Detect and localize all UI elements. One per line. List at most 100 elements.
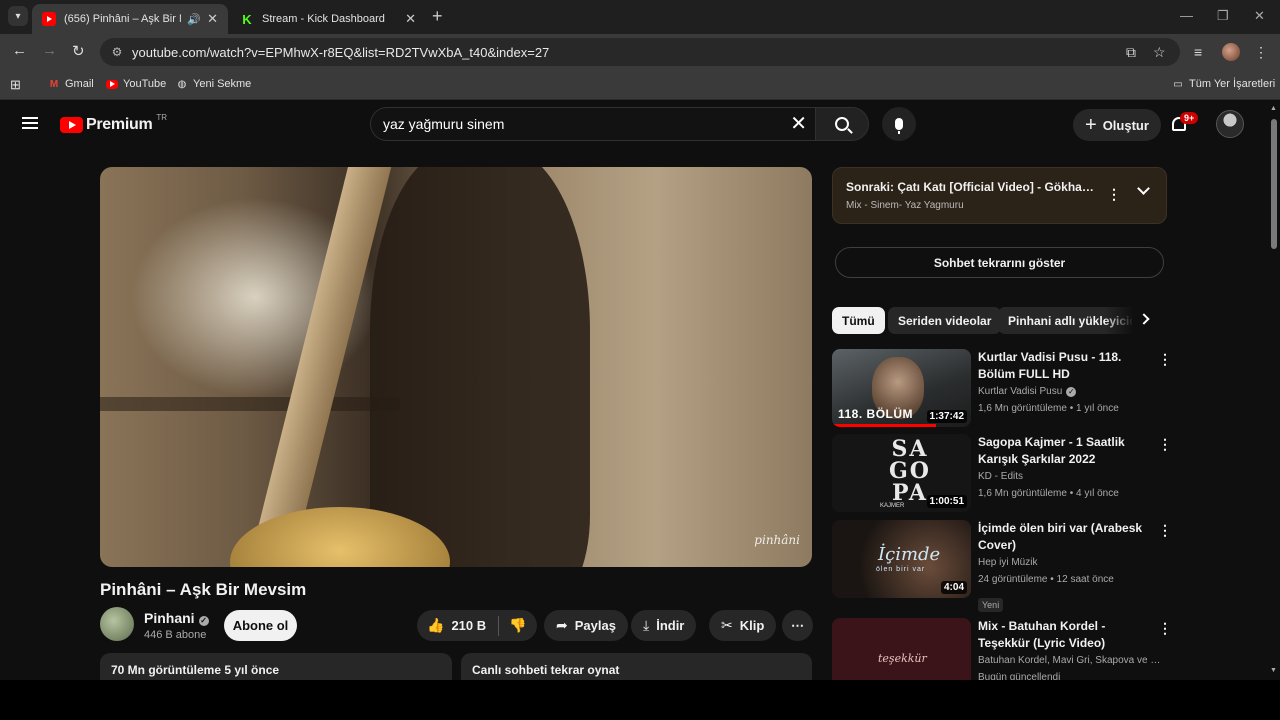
bookmark-label: YouTube xyxy=(123,78,167,90)
tab-youtube[interactable]: (656) Pinhâni – Aşk Bir Mevsim 🔊 ✕ xyxy=(32,4,228,34)
live-chat-replay-title: Canlı sohbeti tekrar oynat xyxy=(472,663,620,677)
live-chat-replay-box[interactable]: Canlı sohbeti tekrar oynat xyxy=(461,653,812,680)
channel-name-text[interactable]: Pinhani xyxy=(144,610,195,626)
minimize-icon[interactable]: — xyxy=(1180,8,1193,23)
thumbnail-sublabel: ölen biri var xyxy=(876,566,926,573)
thumbnail-sublabel: KAJMER xyxy=(880,503,905,509)
youtube-logo[interactable]: Premium TR xyxy=(60,112,168,134)
tab-kick[interactable]: K Stream - Kick Dashboard ✕ xyxy=(230,4,426,34)
bookmark-yeni-sekme[interactable]: ◍ Yeni Sekme xyxy=(176,78,252,90)
video-thumbnail[interactable]: SA GO PA KAJMER 1:00:51 xyxy=(832,434,971,512)
install-app-icon[interactable]: ⧉ xyxy=(1126,44,1136,61)
description-box[interactable]: 70 Mn görüntüleme 5 yıl önce xyxy=(100,653,452,680)
tab-search-icon[interactable]: ▾ xyxy=(8,6,28,26)
more-vertical-icon[interactable]: ⋮ xyxy=(1158,522,1172,539)
close-tab-icon[interactable]: ✕ xyxy=(405,11,416,27)
create-label: Oluştur xyxy=(1102,117,1149,133)
bookmark-label: Gmail xyxy=(65,78,94,90)
up-next-panel[interactable]: Sonraki: Çatı Katı [Official Video] - Gö… xyxy=(832,167,1167,224)
navigation-bar: ← → ↻ ⚙ youtube.com/watch?v=EPMhwX-r8EQ&… xyxy=(0,34,1280,70)
views-and-date: 70 Mn görüntüleme 5 yıl önce xyxy=(111,663,280,677)
search-button[interactable] xyxy=(815,107,869,141)
search-input[interactable]: yaz yağmuru sinem ✕ xyxy=(370,107,816,141)
download-button[interactable]: ⤓ İndir xyxy=(631,610,697,641)
recommendation-item[interactable]: 118. BÖLÜM 1:37:42 Kurtlar Vadisi Pusu -… xyxy=(832,349,1172,429)
clip-button[interactable]: ✂ Klip xyxy=(709,610,777,641)
channel-avatar[interactable] xyxy=(100,607,134,641)
video-thumbnail[interactable]: teşekkür xyxy=(832,618,971,680)
verified-icon: ✓ xyxy=(198,616,209,626)
user-avatar[interactable] xyxy=(1216,110,1244,138)
bookmark-youtube[interactable]: YouTube xyxy=(106,78,166,90)
profile-avatar[interactable] xyxy=(1222,43,1240,61)
media-control-icon[interactable]: ≡ xyxy=(1194,44,1202,60)
chip-all[interactable]: Tümü xyxy=(832,307,885,334)
more-vertical-icon[interactable]: ⋮ xyxy=(1158,620,1172,637)
new-tab-icon[interactable]: + xyxy=(432,6,443,27)
like-button[interactable]: 👍 210 B xyxy=(417,615,500,636)
recommendation-item[interactable]: teşekkür Mix - Batuhan Kordel - Teşekkür… xyxy=(832,618,1172,680)
scroll-up-icon[interactable]: ▲ xyxy=(1270,105,1277,112)
more-vertical-icon[interactable]: ⋮ xyxy=(1158,351,1172,368)
scrollbar-thumb[interactable] xyxy=(1271,119,1277,249)
more-actions-button[interactable]: ⋯ xyxy=(782,610,813,641)
site-info-icon[interactable]: ⚙ xyxy=(108,43,126,61)
close-window-icon[interactable]: ✕ xyxy=(1254,8,1265,24)
reload-icon[interactable]: ↻ xyxy=(72,42,85,60)
show-chat-replay-button[interactable]: Sohbet tekrarını göster xyxy=(835,247,1164,278)
kick-favicon-icon: K xyxy=(240,12,254,27)
chevron-down-icon[interactable] xyxy=(1137,182,1150,195)
forward-icon[interactable]: → xyxy=(42,42,57,59)
page-scrollbar[interactable]: ▲ ▼ xyxy=(1268,101,1280,680)
plus-icon: + xyxy=(1085,113,1097,136)
up-next-title: Sonraki: Çatı Katı [Official Video] - Gö… xyxy=(846,180,1096,194)
clear-search-icon[interactable]: ✕ xyxy=(790,114,807,134)
menu-icon[interactable] xyxy=(22,117,38,129)
share-button[interactable]: ➦ Paylaş xyxy=(544,610,628,641)
dislike-button[interactable]: 👎 xyxy=(499,617,526,634)
logo-country: TR xyxy=(156,112,168,122)
apps-grid-icon[interactable]: ⊞ xyxy=(10,77,21,93)
logo-text: Premium xyxy=(86,116,153,133)
restore-icon[interactable]: ❐ xyxy=(1217,8,1229,24)
more-vertical-icon[interactable]: ⋮ xyxy=(1158,436,1172,453)
download-label: İndir xyxy=(656,618,685,633)
video-title: Pinhâni – Aşk Bir Mevsim xyxy=(100,580,307,599)
bookmark-star-icon[interactable]: ☆ xyxy=(1153,44,1166,61)
recommendation-title: İçimde ölen biri var (Arabesk Cover) xyxy=(978,521,1143,552)
thumbnail-label: İçimde xyxy=(878,544,941,565)
download-icon: ⤓ xyxy=(643,617,650,633)
search-value[interactable]: yaz yağmuru sinem xyxy=(383,116,504,132)
close-tab-icon[interactable]: ✕ xyxy=(207,11,218,27)
recommendation-channel: Kurtlar Vadisi Pusu ✓ xyxy=(978,386,1164,397)
recommendation-item[interactable]: İçimde ölen biri var 4:04 İçimde ölen bi… xyxy=(832,520,1172,612)
duration-badge: 4:04 xyxy=(940,581,967,594)
browser-menu-icon[interactable]: ⋮ xyxy=(1254,44,1268,61)
more-vertical-icon[interactable]: ⋮ xyxy=(1107,186,1121,203)
address-bar[interactable]: ⚙ youtube.com/watch?v=EPMhwX-r8EQ&list=R… xyxy=(100,38,1180,66)
chevron-right-icon[interactable] xyxy=(1138,313,1150,325)
share-label: Paylaş xyxy=(574,618,616,633)
video-thumbnail[interactable]: İçimde ölen biri var 4:04 xyxy=(832,520,971,598)
chip-series[interactable]: Seriden videolar xyxy=(888,307,1002,334)
tab-title: Stream - Kick Dashboard xyxy=(262,13,385,25)
scroll-down-icon[interactable]: ▼ xyxy=(1270,667,1277,674)
recommendation-meta: 24 görüntüleme • 12 saat önce xyxy=(978,574,1114,585)
url-text[interactable]: youtube.com/watch?v=EPMhwX-r8EQ&list=RD2… xyxy=(132,45,549,60)
video-thumbnail[interactable]: 118. BÖLÜM 1:37:42 xyxy=(832,349,971,427)
channel-name[interactable]: Pinhani ✓ xyxy=(144,610,209,626)
subscribe-button[interactable]: Abone ol xyxy=(224,610,297,641)
all-bookmarks[interactable]: ▭ Tüm Yer İşaretleri xyxy=(1172,78,1275,90)
voice-search-button[interactable] xyxy=(882,107,916,141)
video-player[interactable]: pinhâni xyxy=(100,167,812,567)
new-badge: Yeni xyxy=(978,598,1004,612)
back-icon[interactable]: ← xyxy=(12,42,27,59)
youtube-page: Premium TR yaz yağmuru sinem ✕ + Oluştur… xyxy=(0,101,1268,680)
tab-strip: ▾ (656) Pinhâni – Aşk Bir Mevsim 🔊 ✕ K S… xyxy=(0,0,1280,34)
bookmarks-bar: ⊞ M Gmail YouTube ◍ Yeni Sekme ▭ Tüm Yer… xyxy=(0,70,1280,100)
bookmark-gmail[interactable]: M Gmail xyxy=(48,78,94,90)
like-dislike-group: 👍 210 B 👎 xyxy=(417,610,537,641)
create-button[interactable]: + Oluştur xyxy=(1073,109,1161,141)
recommendation-item[interactable]: SA GO PA KAJMER 1:00:51 Sagopa Kajmer - … xyxy=(832,434,1172,514)
speaker-icon[interactable]: 🔊 xyxy=(187,13,201,26)
